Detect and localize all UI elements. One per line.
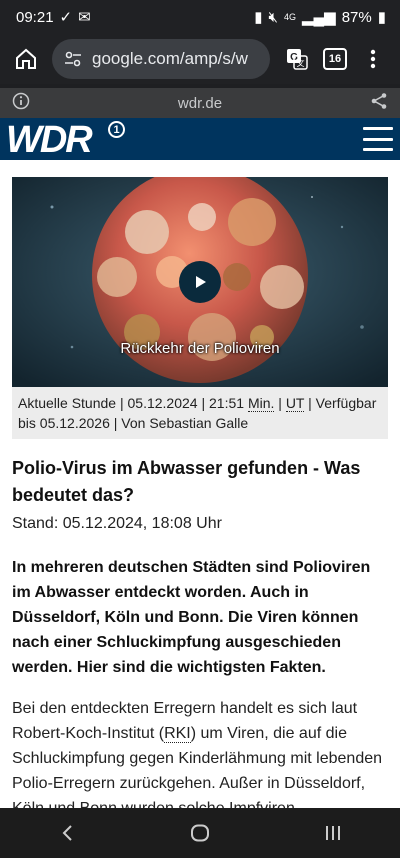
rki-abbr[interactable]: RKI: [164, 725, 191, 743]
available-until: 05.12.2026: [39, 415, 110, 431]
translate-icon[interactable]: G文: [278, 40, 316, 78]
battery-level: 87%: [341, 8, 372, 26]
recents-icon[interactable]: [303, 813, 363, 853]
wdr-logo[interactable]: WDR: [6, 119, 93, 162]
article-body: Bei den entdeckten Erregern handelt es s…: [12, 696, 390, 808]
address-bar[interactable]: google.com/amp/s/w: [52, 39, 270, 79]
tab-switcher-button[interactable]: 16: [316, 40, 354, 78]
home-icon[interactable]: [8, 41, 44, 77]
video-caption: Rückkehr der Polioviren: [120, 340, 280, 357]
hamburger-menu-icon[interactable]: [363, 127, 393, 151]
author-name: Sebastian Galle: [149, 415, 249, 431]
more-menu-icon[interactable]: [354, 40, 392, 78]
network-type: 4G: [283, 12, 296, 22]
play-icon[interactable]: [179, 261, 221, 303]
article-page: Rückkehr der Polioviren Aktuelle Stunde …: [0, 160, 400, 808]
video-meta: Aktuelle Stunde | 05.12.2024 | 21:51 Min…: [12, 387, 388, 439]
broadcast-date: 05.12.2024: [127, 395, 198, 411]
amp-domain: wdr.de: [177, 94, 223, 112]
tab-count: 16: [323, 48, 347, 70]
status-bar: 09:21 ✓ ✉ ▮ 🔇︎ 4G ▂▄▆ 87% ▮: [0, 0, 400, 34]
minutes-abbr: Min.: [247, 395, 275, 412]
mail-icon: ✉: [78, 9, 91, 26]
mute-icon: 🔇︎: [268, 8, 278, 26]
url-text: google.com/amp/s/w: [92, 49, 248, 68]
article-lead: In mehreren deutschen Städten sind Polio…: [12, 559, 371, 676]
author-prefix: Von: [121, 415, 146, 431]
svg-text:文: 文: [297, 58, 305, 68]
system-nav-bar: [0, 808, 400, 858]
check-icon: ✓: [59, 9, 73, 26]
article-headline: Polio-Virus im Abwasser gefunden - Was b…: [12, 458, 361, 505]
battery-saver-icon: ▮: [254, 9, 263, 26]
battery-icon: ▮: [377, 9, 386, 26]
info-icon[interactable]: [12, 92, 30, 114]
article-timestamp: Stand: 05.12.2024, 18:08 Uhr: [12, 515, 222, 532]
browser-toolbar: google.com/amp/s/w G文 16: [0, 34, 400, 84]
ard-logo-icon: 1: [108, 121, 125, 138]
site-header: WDR 1: [0, 118, 400, 162]
video-player[interactable]: Rückkehr der Polioviren: [12, 177, 388, 387]
status-time: 09:21: [16, 8, 54, 26]
site-settings-icon[interactable]: [64, 50, 82, 68]
signal-icon: ▂▄▆: [302, 9, 336, 26]
home-nav-icon[interactable]: [170, 813, 230, 853]
share-icon[interactable]: [370, 92, 388, 114]
broadcast-time: 21:51: [209, 395, 245, 411]
ut-abbr: UT: [285, 395, 305, 412]
amp-info-bar: wdr.de: [0, 88, 400, 118]
show-name: Aktuelle Stunde: [18, 395, 117, 411]
back-icon[interactable]: [37, 813, 97, 853]
